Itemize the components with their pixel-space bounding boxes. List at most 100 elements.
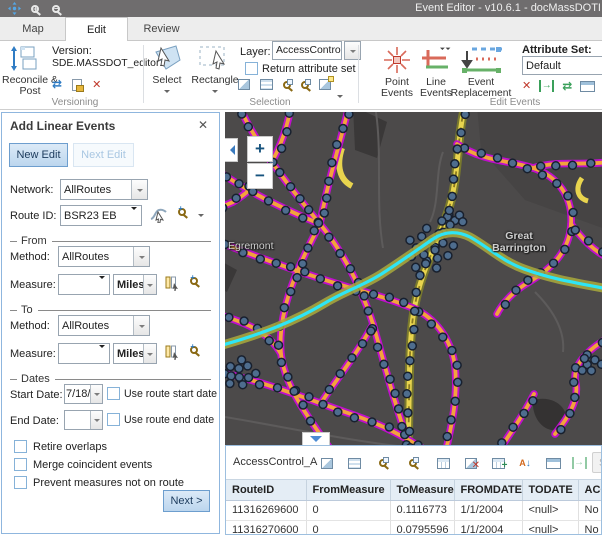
event-replacement-button[interactable]: [458, 46, 504, 74]
return-attribute-set-checkbox[interactable]: [245, 62, 258, 75]
to-zoom-icon[interactable]: +: [190, 346, 198, 354]
map-zoom-out-button[interactable]: −: [247, 163, 273, 189]
col-tomeasure[interactable]: ToMeasure: [390, 480, 454, 500]
merge-events-icon[interactable]: [562, 79, 572, 93]
start-date-caret-icon[interactable]: [90, 385, 102, 403]
col-access[interactable]: ACC: [578, 480, 601, 500]
select-dropdown-caret-icon[interactable]: [164, 90, 170, 96]
select-route-on-map-icon[interactable]: [150, 206, 167, 223]
prevent-measures-checkbox[interactable]: [14, 476, 27, 489]
network-dropdown-caret-icon[interactable]: [131, 180, 147, 199]
zoom-to-selected-icon[interactable]: [374, 454, 392, 472]
save-button[interactable]: Save: [592, 452, 602, 473]
col-todate[interactable]: TODATE: [522, 480, 578, 500]
to-unit-caret-icon[interactable]: [143, 344, 156, 363]
show-selection-records-icon[interactable]: [260, 79, 273, 90]
col-fromdate[interactable]: FROMDATE: [454, 480, 522, 500]
map-viewport[interactable]: Egremont Great Barrington + −: [225, 112, 602, 445]
to-method-combobox[interactable]: AllRoutes: [58, 315, 150, 336]
table-row[interactable]: 11316269600 0 0.1116773 1/1/2004 <null> …: [226, 500, 601, 520]
table-layer-name: AccessControl_A: [233, 456, 317, 468]
retire-overlaps-checkbox[interactable]: [14, 440, 27, 453]
clear-selection-icon[interactable]: ✕: [462, 454, 480, 472]
refresh-version-icon[interactable]: [52, 78, 62, 91]
use-route-start-date-checkbox[interactable]: [107, 387, 120, 400]
rectangle-dropdown-caret-icon[interactable]: [212, 90, 218, 96]
next-edit-button[interactable]: Next Edit: [73, 143, 134, 167]
rectangle-select-button[interactable]: [198, 44, 232, 71]
zoom-out-tool-icon[interactable]: [49, 2, 63, 16]
tab-review[interactable]: Review: [133, 17, 190, 41]
end-date-caret-icon[interactable]: [90, 411, 102, 429]
route-zoom-icon[interactable]: +: [178, 208, 186, 216]
from-method-combobox[interactable]: AllRoutes: [58, 246, 150, 267]
to-measure-caret-icon[interactable]: [99, 348, 109, 360]
delete-version-icon[interactable]: [92, 79, 101, 91]
merge-coincident-events-checkbox[interactable]: [14, 458, 27, 471]
route-zoom-caret-icon[interactable]: [198, 214, 204, 220]
to-method-caret-icon[interactable]: [133, 316, 149, 335]
network-combobox[interactable]: AllRoutes: [60, 179, 148, 200]
close-icon[interactable]: [198, 118, 212, 132]
new-version-icon[interactable]: [72, 79, 82, 91]
route-id-caret-icon[interactable]: [131, 210, 141, 222]
from-measure-on-map-icon[interactable]: [165, 276, 180, 291]
use-route-end-date-checkbox[interactable]: [107, 413, 120, 426]
add-record-icon[interactable]: +: [489, 454, 507, 472]
clear-selection-icon[interactable]: [319, 79, 331, 90]
dates-section-legend: Dates: [10, 373, 211, 385]
col-frommeasure[interactable]: FromMeasure: [306, 480, 390, 500]
point-events-button[interactable]: [383, 46, 411, 74]
tab-map[interactable]: Map: [8, 17, 58, 41]
selection-more-caret-icon[interactable]: [337, 95, 343, 101]
cell-access: No: [578, 520, 601, 534]
start-date-combobox[interactable]: 7/18/: [64, 384, 103, 404]
show-selected-rows-icon[interactable]: [345, 454, 363, 472]
line-events-button[interactable]: [420, 46, 452, 74]
move-event-records-icon[interactable]: [570, 454, 588, 472]
table-row[interactable]: 11316270600 0 0.0795596 1/1/2004 <null> …: [226, 520, 601, 534]
tab-edit[interactable]: Edit: [65, 17, 128, 42]
collapse-bottom-panel-button[interactable]: [302, 432, 330, 445]
edit-attributes-window-icon[interactable]: [580, 81, 595, 92]
from-method-caret-icon[interactable]: [133, 247, 149, 266]
collapse-left-panel-button[interactable]: [225, 138, 238, 162]
sort-icon[interactable]: [516, 454, 534, 472]
title-bar: Event Editor - v10.6.1 - docMassDOTI: [0, 0, 602, 17]
from-unit-caret-icon[interactable]: [143, 275, 156, 294]
next-button[interactable]: Next >: [163, 490, 210, 512]
select-records-icon[interactable]: [318, 454, 336, 472]
end-date-combobox[interactable]: [64, 410, 103, 430]
ruler-cursor-glyph: [165, 345, 180, 360]
zoom-to-selection-icon[interactable]: [283, 81, 291, 89]
move-event-icon[interactable]: [539, 80, 554, 92]
map-zoom-in-button[interactable]: +: [247, 136, 273, 162]
version-label: Version:: [52, 45, 92, 57]
split-event-icon[interactable]: [522, 80, 531, 92]
attribute-set-combobox[interactable]: Default: [522, 56, 602, 75]
from-measure-caret-icon[interactable]: [99, 279, 109, 291]
magnifier-glyph: +: [190, 346, 198, 354]
select-button[interactable]: [152, 44, 182, 71]
to-unit-combobox[interactable]: Miles: [113, 343, 157, 364]
route-id-combobox[interactable]: BSR23 EB: [60, 205, 142, 226]
cell-fromdate: 1/1/2004: [454, 520, 522, 534]
attribute-grid-icon[interactable]: [434, 454, 452, 472]
to-measure-combobox[interactable]: [58, 343, 110, 364]
pan-to-selection-icon[interactable]: [301, 81, 309, 89]
col-routeid[interactable]: RouteID: [226, 480, 306, 500]
pan-to-selected-icon[interactable]: [404, 454, 422, 472]
from-measure-combobox[interactable]: [58, 274, 110, 295]
reconcile-post-button[interactable]: [10, 45, 40, 72]
zoom-in-tool-icon[interactable]: [28, 2, 42, 16]
to-measure-on-map-icon[interactable]: [165, 345, 180, 360]
pan-icon[interactable]: [7, 2, 21, 16]
layer-combobox[interactable]: AccessControl_A: [272, 41, 342, 60]
select-features-icon[interactable]: [238, 79, 250, 90]
from-unit-combobox[interactable]: Miles: [113, 274, 157, 295]
end-date-label: End Date:: [10, 415, 59, 427]
from-zoom-icon[interactable]: +: [190, 277, 198, 285]
new-edit-button[interactable]: New Edit: [9, 143, 68, 167]
identify-window-icon[interactable]: [544, 454, 562, 472]
table-toolbar: AccessControl_A ✕ + Save: [226, 446, 601, 479]
